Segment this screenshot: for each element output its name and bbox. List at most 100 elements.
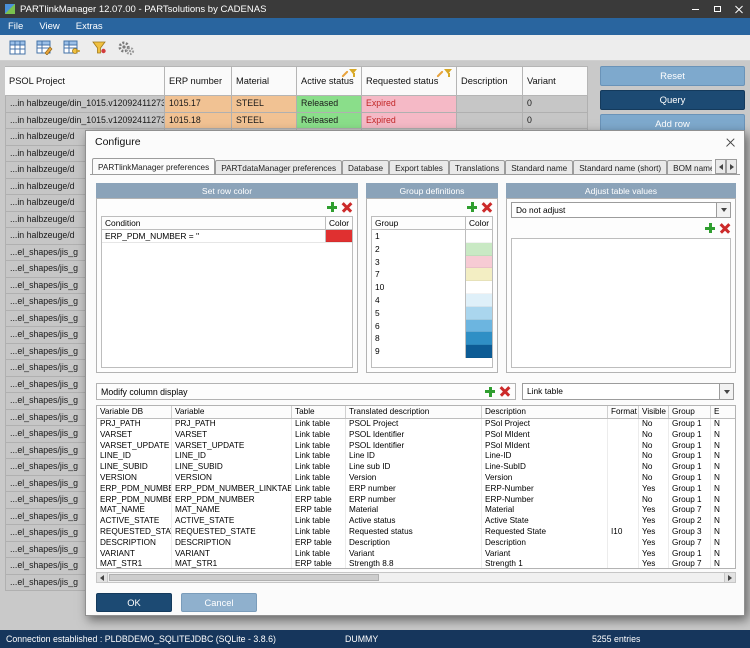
close-button[interactable]	[728, 0, 750, 18]
horizontal-scrollbar[interactable]	[96, 572, 736, 583]
add-group-icon[interactable]	[467, 202, 477, 212]
ok-button[interactable]: OK	[96, 593, 172, 612]
tab-scroll-right-button[interactable]	[726, 159, 737, 174]
settings-button[interactable]	[113, 37, 138, 59]
maximize-button[interactable]	[706, 0, 728, 18]
column-config-row[interactable]: PRJ_PATH PRJ_PATH Link table PSOL Projec…	[97, 419, 736, 430]
edit-table-button[interactable]	[32, 37, 57, 59]
group-row[interactable]: 3	[372, 256, 492, 269]
tab[interactable]: Standard name (short)	[573, 160, 667, 175]
dialog-close-button[interactable]	[723, 135, 737, 149]
tab[interactable]: Standard name	[505, 160, 573, 175]
column-config-row[interactable]: ERP_PDM_NUMBER ERP_PDM_NUMBER_LINKTABLE …	[97, 484, 736, 495]
delete-row-color-icon[interactable]	[342, 202, 352, 212]
tab[interactable]: BOM name	[667, 160, 712, 175]
config-column-header[interactable]: Group	[669, 406, 711, 418]
table-row[interactable]: ...in halbzeuge/din_1015.v120924112730.p…	[5, 113, 588, 130]
config-column-header[interactable]: Variable DB	[97, 406, 172, 418]
column-config-row[interactable]: LINE_ID LINE_ID Link table Line ID Line-…	[97, 451, 736, 462]
column-config-row[interactable]: ERP_PDM_NUMBER ERP_PDM_NUMBER ERP table …	[97, 495, 736, 506]
tab[interactable]: PARTlinkManager preferences	[92, 158, 215, 175]
adjustment-list[interactable]	[511, 238, 731, 368]
color-swatch[interactable]	[466, 268, 492, 281]
result-table-header: PSOL Project ERP number Material	[5, 66, 588, 96]
table-row[interactable]: ...in halbzeuge/din_1015.v120924112730.p…	[5, 96, 588, 113]
color-swatch[interactable]	[466, 345, 492, 358]
column-header[interactable]: PSOL Project	[5, 66, 165, 96]
group-row[interactable]: 6	[372, 320, 492, 333]
column-config-row[interactable]: MAT_STR1 MAT_STR1 ERP table Strength 8.8…	[97, 559, 736, 569]
delete-adjustment-icon[interactable]	[720, 223, 730, 233]
config-column-header[interactable]: Table	[292, 406, 346, 418]
menu-item[interactable]: Extras	[68, 18, 111, 35]
column-config-row[interactable]: REQUESTED_STATE REQUESTED_STATE Link tab…	[97, 527, 736, 538]
menu-item[interactable]: View	[31, 18, 67, 35]
group-row[interactable]: 5	[372, 307, 492, 320]
column-config-row[interactable]: VARIANT VARIANT Link table Variant Varia…	[97, 549, 736, 560]
column-header[interactable]: Requested status	[362, 66, 457, 96]
column-config-row[interactable]: VERSION VERSION Link table Version Versi…	[97, 473, 736, 484]
group-row[interactable]: 9	[372, 345, 492, 358]
column-config-row[interactable]: DESCRIPTION DESCRIPTION ERP table Descri…	[97, 538, 736, 549]
condition-row[interactable]: ERP_PDM_NUMBER = ''	[102, 230, 352, 243]
link-table-button[interactable]	[5, 37, 30, 59]
group-row[interactable]: 10	[372, 281, 492, 294]
group-row[interactable]: 7	[372, 268, 492, 281]
column-config-row[interactable]: VARSET_UPDATE VARSET_UPDATE Link table P…	[97, 441, 736, 452]
filter-icon[interactable]	[349, 69, 358, 78]
color-swatch[interactable]	[466, 243, 492, 256]
add-column-icon[interactable]	[485, 387, 495, 397]
column-config-row[interactable]: LINE_SUBID LINE_SUBID Link table Line su…	[97, 462, 736, 473]
config-column-header[interactable]: Variable	[172, 406, 292, 418]
column-config-row[interactable]: VARSET VARSET Link table PSOL Identifier…	[97, 430, 736, 441]
column-config-row[interactable]: MAT_NAME MAT_NAME ERP table Material Mat…	[97, 505, 736, 516]
filter-icon[interactable]	[444, 69, 453, 78]
tab[interactable]: Database	[342, 160, 389, 175]
color-swatch[interactable]	[466, 281, 492, 294]
config-column-header[interactable]: Translated description	[346, 406, 482, 418]
column-header[interactable]: Material	[232, 66, 297, 96]
minimize-button[interactable]	[684, 0, 706, 18]
group-row[interactable]: 1	[372, 230, 492, 243]
side-button[interactable]: Query	[600, 90, 745, 110]
filter-button[interactable]	[86, 37, 111, 59]
group-row[interactable]: 8	[372, 332, 492, 345]
color-swatch[interactable]	[466, 307, 492, 320]
column-header[interactable]: ERP number	[165, 66, 232, 96]
config-column-header[interactable]: Visible	[639, 406, 669, 418]
adjust-mode-select[interactable]: Do not adjust	[511, 202, 731, 218]
side-button[interactable]: Reset	[600, 66, 745, 86]
delete-column-icon[interactable]	[500, 387, 510, 397]
column-header[interactable]: Variant	[523, 66, 588, 96]
color-swatch[interactable]	[466, 320, 492, 333]
color-swatch[interactable]	[466, 230, 492, 243]
add-row-color-icon[interactable]	[327, 202, 337, 212]
scroll-right-button[interactable]	[724, 573, 735, 582]
scrollbar-thumb[interactable]	[109, 574, 379, 581]
delete-group-icon[interactable]	[482, 202, 492, 212]
column-header[interactable]: Active status	[297, 66, 362, 96]
color-swatch[interactable]	[466, 256, 492, 269]
tab[interactable]: Export tables	[389, 160, 449, 175]
color-swatch[interactable]	[326, 230, 352, 242]
key-table-button[interactable]	[59, 37, 84, 59]
table-select[interactable]: Link table	[522, 383, 734, 400]
group-row[interactable]: 4	[372, 294, 492, 307]
config-column-header[interactable]: Format	[608, 406, 639, 418]
config-column-header[interactable]: Description	[482, 406, 608, 418]
scroll-left-button[interactable]	[97, 573, 108, 582]
menu-item[interactable]: File	[0, 18, 31, 35]
tab[interactable]: Translations	[449, 160, 505, 175]
modify-column-display-bar: Modify column display	[96, 383, 516, 400]
color-swatch[interactable]	[466, 332, 492, 345]
cancel-button[interactable]: Cancel	[181, 593, 257, 612]
tab[interactable]: PARTdataManager preferences	[215, 160, 342, 175]
color-swatch[interactable]	[466, 294, 492, 307]
config-column-header[interactable]: E	[711, 406, 736, 418]
add-adjustment-icon[interactable]	[705, 223, 715, 233]
main-window: PARTlinkManager 12.07.00 - PARTsolutions…	[0, 0, 750, 648]
group-row[interactable]: 2	[372, 243, 492, 256]
column-header[interactable]: Description	[457, 66, 523, 96]
tab-scroll-left-button[interactable]	[715, 159, 726, 174]
column-config-row[interactable]: ACTIVE_STATE ACTIVE_STATE Link table Act…	[97, 516, 736, 527]
